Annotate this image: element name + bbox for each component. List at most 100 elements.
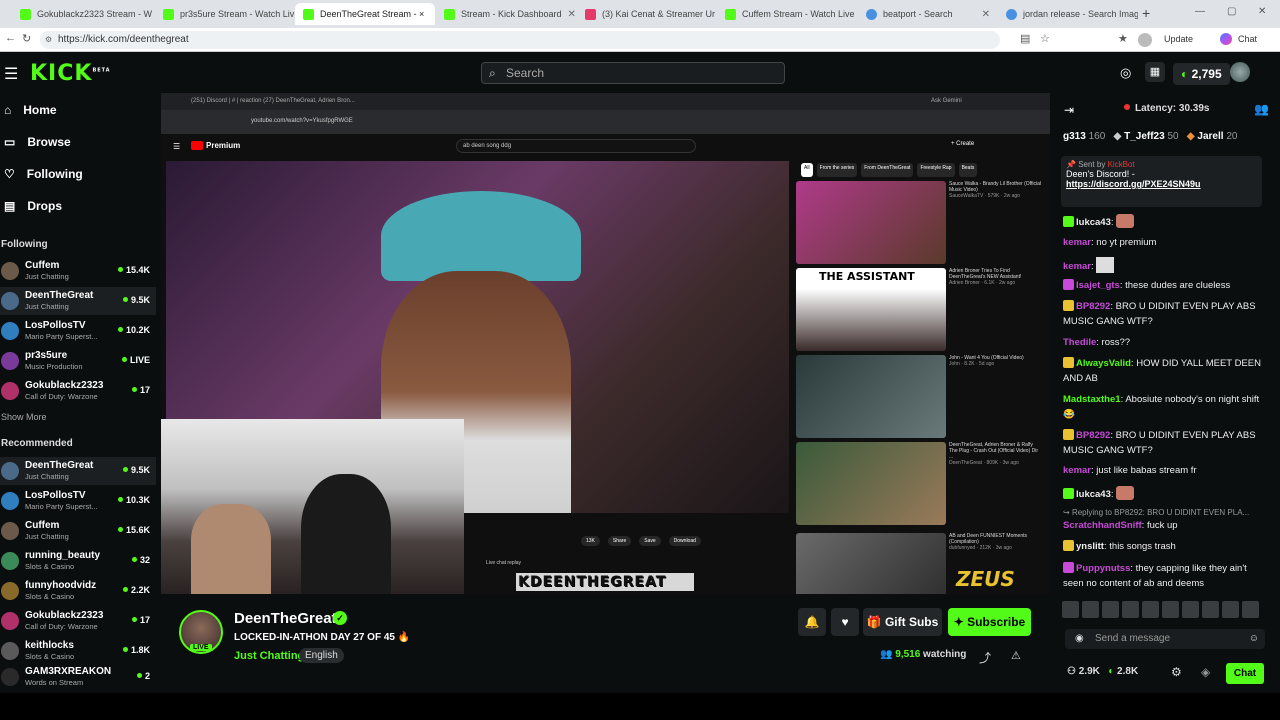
chat-bot-icon[interactable]: ◈ (1201, 665, 1210, 679)
chat-input[interactable]: ◉ Send a message ☺ (1065, 629, 1265, 649)
browser-tab[interactable]: (3) Kai Cenat & Streamer Ur✕ (577, 3, 717, 25)
browser-tab-active[interactable]: DeenTheGreat Stream - × (295, 3, 435, 25)
reader-icon[interactable]: ▤ (1020, 32, 1030, 45)
sidebar-channel-row[interactable]: DeenTheGreat Just Chatting 9.5K (0, 457, 156, 485)
chat-message[interactable]: Puppynutss: they capping like they ain't… (1063, 562, 1263, 591)
discord-link[interactable]: https://discord.gg/PXE24SN49u (1066, 179, 1257, 189)
chat-message[interactable]: BP8292: BRO U DIDINT EVEN PLAY ABS MUSIC… (1063, 429, 1263, 458)
close-icon[interactable]: ✕ (568, 9, 576, 20)
chat-message[interactable]: Madstaxthe1: Abosiute nobody's on night … (1063, 393, 1263, 422)
channel-name[interactable]: DeenTheGreat (234, 610, 337, 627)
share-icon[interactable]: ⤴ (979, 649, 991, 666)
chat-message[interactable]: ynslitt: this songs trash (1063, 540, 1263, 555)
emoji-icon[interactable]: ☺ (1249, 629, 1259, 649)
report-icon[interactable]: ⚠ (1011, 649, 1021, 662)
sidebar-channel-row[interactable]: DeenTheGreat Just Chatting 9.5K (0, 287, 156, 315)
browser-tab[interactable]: pr3s5ure Stream - Watch Liv✕ (155, 3, 295, 25)
browser-tab[interactable]: Stream - Kick Dashboard ✕ (436, 3, 576, 25)
chat-message[interactable]: Thedile: ross?? (1063, 336, 1263, 351)
chat-message[interactable]: kemar: (1063, 257, 1263, 275)
url-input[interactable]: ⚙ https://kick.com/deenthegreat (40, 31, 1000, 49)
chat-username[interactable]: AlwaysValid (1076, 358, 1131, 369)
show-more-link[interactable]: Show More (1, 412, 47, 422)
emote-icon[interactable] (1102, 601, 1119, 618)
chat-message[interactable]: kemar: no yt premium (1063, 236, 1263, 251)
reload-icon[interactable]: ↻ (22, 32, 31, 45)
nav-drops[interactable]: ▤ Drops (4, 199, 62, 213)
nav-following[interactable]: ♡ Following (4, 167, 83, 181)
users-icon[interactable]: 👥 (1254, 102, 1269, 116)
chat-message[interactable]: Isajet_gts: these dudes are clueless (1063, 279, 1263, 294)
follow-button[interactable]: ♥ (831, 608, 859, 636)
subscribe-button[interactable]: ✦ Subscribe (948, 608, 1031, 636)
kick-coins-button[interactable]: ◐ 2,795 (1173, 63, 1230, 85)
emote-icon[interactable] (1162, 601, 1179, 618)
back-icon[interactable]: ← (5, 32, 16, 44)
chat-username[interactable]: ScratchhandSniff (1063, 520, 1142, 531)
sidebar-channel-row[interactable]: LosPollosTV Mario Party Superst... 10.3K (0, 487, 156, 515)
emote-icon[interactable] (1222, 601, 1239, 618)
chat-username[interactable]: BP8292 (1076, 301, 1110, 312)
pinned-message[interactable]: 📌 Sent by KickBot Deen's Discord! - http… (1061, 156, 1262, 207)
chat-username[interactable]: lukca43 (1076, 217, 1111, 228)
browser-tab[interactable]: Cuffem Stream - Watch Live✕ (717, 3, 857, 25)
chat-username[interactable]: ynslitt (1076, 541, 1104, 552)
site-info-icon[interactable]: ⚙ (45, 31, 52, 49)
browser-tab[interactable]: jordan release - Search Imag✕ (998, 3, 1138, 25)
browser-chat-button[interactable]: Chat (1238, 34, 1257, 44)
emote-icon[interactable] (1062, 601, 1079, 618)
chat-message[interactable]: AlwaysValid: HOW DID YALL MEET DEEN AND … (1063, 357, 1263, 386)
nav-home[interactable]: ⌂ Home (4, 103, 57, 117)
copilot-icon[interactable] (1220, 33, 1232, 45)
emote-icon[interactable] (1142, 601, 1159, 618)
dashboard-icon[interactable]: ▦ (1145, 62, 1165, 82)
chat-username[interactable]: kemar (1063, 261, 1091, 272)
chat-username[interactable]: Madstaxthe1 (1063, 394, 1121, 405)
maximize-icon[interactable]: ▢ (1227, 6, 1236, 17)
sidebar-channel-row[interactable]: running_beauty Slots & Casino 32 (0, 547, 156, 575)
emote-icon[interactable] (1202, 601, 1219, 618)
search-input[interactable]: ⌕ Search (481, 62, 785, 84)
minimize-icon[interactable]: — (1195, 6, 1205, 17)
nav-browse[interactable]: ▭ Browse (4, 135, 71, 149)
profile-avatar[interactable] (1138, 33, 1152, 47)
chat-message[interactable]: BP8292: BRO U DIDINT EVEN PLAY ABS MUSIC… (1063, 300, 1263, 329)
new-tab-icon[interactable]: + (1142, 5, 1150, 21)
sidebar-channel-row[interactable]: Cuffem Just Chatting 15.4K (0, 257, 156, 285)
chat-message[interactable]: ScratchhandSniff: fuck up (1063, 519, 1263, 534)
chat-username[interactable]: Puppynutss (1076, 563, 1130, 574)
sidebar-channel-row[interactable]: Gokublackz2323 Call of Duty: Warzone 17 (0, 607, 156, 635)
bookmark-star-icon[interactable]: ☆ (1040, 32, 1050, 45)
chat-username[interactable]: BP8292 (1076, 430, 1110, 441)
browser-tab[interactable]: beatport - Search ✕ (858, 3, 998, 25)
chat-username[interactable]: Isajet_gts (1076, 280, 1120, 291)
notification-bell-button[interactable]: 🔔 (798, 608, 826, 636)
chat-message[interactable]: kemar: just like babas stream fr (1063, 464, 1263, 479)
collapse-chat-icon[interactable]: ⇥ (1064, 103, 1074, 117)
emote-icon[interactable] (1182, 601, 1199, 618)
kick-logo[interactable]: KICKBETA (30, 61, 111, 86)
sidebar-channel-row[interactable]: pr3s5ure Music Production LIVE (0, 347, 156, 375)
chat-username[interactable]: lukca43 (1076, 489, 1111, 500)
chat-username[interactable]: Thedile (1063, 337, 1096, 348)
category-link[interactable]: Just Chatting (234, 650, 304, 662)
sidebar-channel-row[interactable]: funnyhoodvidz Slots & Casino 2.2K (0, 577, 156, 605)
emote-icon[interactable] (1082, 601, 1099, 618)
emote-icon[interactable] (1122, 601, 1139, 618)
chat-username[interactable]: kemar (1063, 465, 1091, 476)
close-icon[interactable]: ✕ (982, 9, 990, 20)
update-button[interactable]: Update (1164, 34, 1193, 44)
language-tag[interactable]: English (299, 648, 344, 663)
sidebar-channel-row[interactable]: LosPollosTV Mario Party Superst... 10.2K (0, 317, 156, 345)
chat-message[interactable]: lukca43: (1063, 214, 1263, 231)
settings-gear-icon[interactable]: ⚙ (1171, 665, 1182, 679)
emote-icon[interactable] (1242, 601, 1259, 618)
hamburger-menu-icon[interactable]: ☰ (4, 64, 18, 84)
browser-tab[interactable]: Gokublackz2323 Stream - W✕ (12, 3, 152, 25)
user-avatar[interactable] (1230, 62, 1250, 82)
chat-username[interactable]: kemar (1063, 237, 1091, 248)
window-close-icon[interactable]: ✕ (1258, 6, 1266, 17)
radar-icon[interactable]: ◎ (1120, 65, 1131, 81)
favorites-icon[interactable]: ★ (1118, 32, 1128, 45)
sidebar-channel-row[interactable]: GAM3RXREAKON Words on Stream 2 (0, 663, 156, 691)
